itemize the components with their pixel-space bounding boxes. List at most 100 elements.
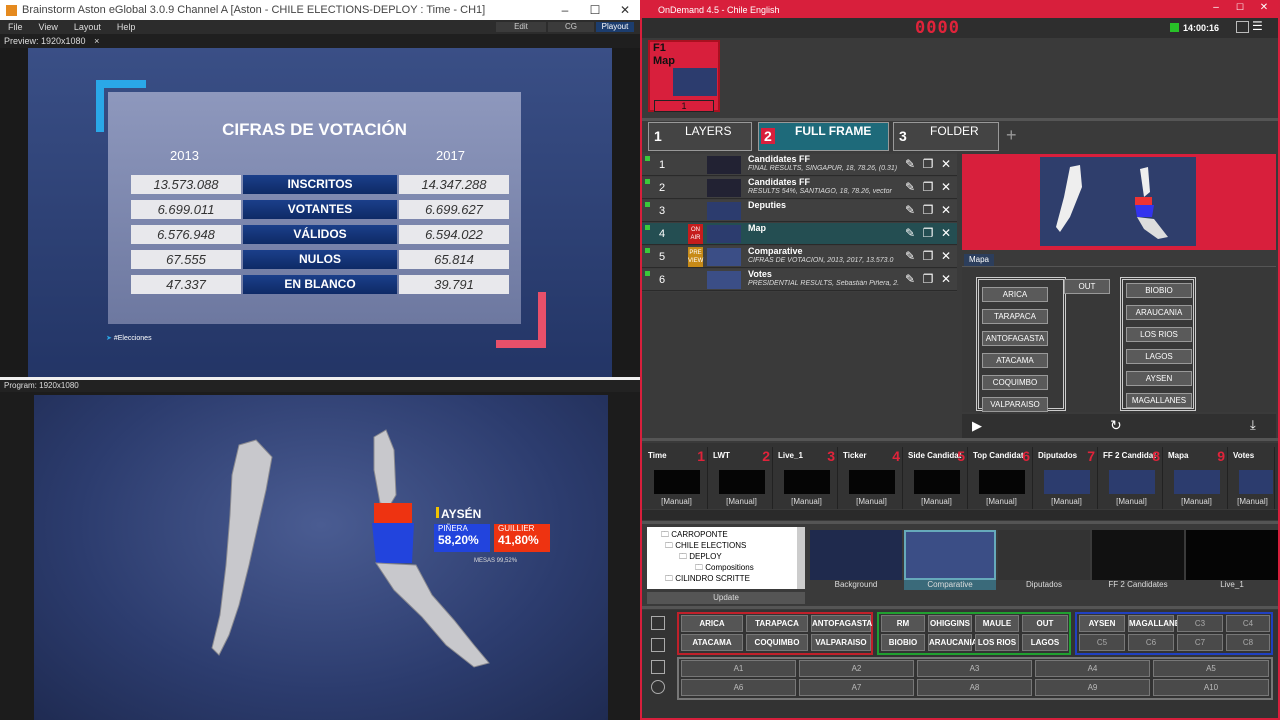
button-a9[interactable]: A9 — [1035, 679, 1150, 696]
copy-icon[interactable]: ❐ — [921, 249, 935, 263]
macro-tile[interactable]: Mapa 9 [Manual] — [1165, 447, 1228, 509]
mapa-button-atacama[interactable]: ATACAMA — [982, 353, 1048, 368]
button-a8[interactable]: A8 — [917, 679, 1032, 696]
button-biobio[interactable]: BIOBIO — [881, 634, 925, 651]
add-tab-button[interactable]: + — [1006, 125, 1017, 146]
edit-icon[interactable]: ✎ — [903, 226, 917, 240]
button-maule[interactable]: MAULE — [975, 615, 1019, 632]
close-icon[interactable]: ✕ — [1254, 2, 1274, 18]
menu-layout[interactable]: Layout — [66, 22, 109, 32]
menu-file[interactable]: File — [0, 22, 31, 32]
mapa-button-arica[interactable]: ARICA — [982, 287, 1048, 302]
tree-scrollbar[interactable] — [797, 527, 805, 589]
delete-icon[interactable]: ✕ — [939, 272, 953, 286]
document-icon[interactable] — [651, 616, 665, 630]
mapa-button-aysen[interactable]: AYSEN — [1126, 371, 1192, 386]
tab-full-frame[interactable]: 2 FULL FRAME — [758, 122, 889, 151]
button-a6[interactable]: A6 — [681, 679, 796, 696]
playlist-row[interactable]: 5 PRE VIEW Comparative CIFRAS DE VOTACIÓ… — [642, 246, 957, 268]
mapa-button-coquimbo[interactable]: COQUIMBO — [982, 375, 1048, 390]
gallery-item[interactable]: FF 2 Candidates — [1092, 530, 1184, 590]
mapa-button-magallanes[interactable]: MAGALLANES — [1126, 393, 1192, 408]
macro-tile[interactable]: Diputados 7 [Manual] — [1035, 447, 1098, 509]
preview-tab[interactable]: Preview: 1920x1080 × — [0, 34, 640, 48]
mapa-button-out[interactable]: OUT — [1064, 279, 1110, 294]
update-button[interactable]: Update — [647, 592, 805, 604]
maximize-icon[interactable]: ☐ — [1230, 2, 1250, 18]
minimize-icon[interactable]: – — [550, 0, 580, 20]
splitter[interactable] — [642, 606, 1278, 609]
button-out[interactable]: OUT — [1022, 615, 1068, 632]
copy-icon[interactable]: ❐ — [921, 203, 935, 217]
button-a7[interactable]: A7 — [799, 679, 914, 696]
download-icon[interactable]: ⤓ — [1250, 417, 1256, 433]
preview-tab-close-icon[interactable]: × — [94, 36, 99, 46]
edit-icon[interactable]: ✎ — [903, 272, 917, 286]
button-araucania[interactable]: ARAUCANIA — [928, 634, 977, 651]
mapa-button-valparaiso[interactable]: VALPARAISO — [982, 397, 1048, 412]
button-rm[interactable]: RM — [881, 615, 925, 632]
tab-layers[interactable]: 1 LAYERS — [648, 122, 752, 151]
button-arica[interactable]: ARICA — [681, 615, 743, 632]
macro-scrollbar[interactable] — [642, 510, 1278, 520]
delete-icon[interactable]: ✕ — [939, 180, 953, 194]
import-icon[interactable] — [651, 638, 665, 652]
macro-tile[interactable]: Ticker 4 [Manual] — [840, 447, 903, 509]
tab-mapa[interactable]: Mapa — [964, 254, 994, 266]
button-lagos[interactable]: LAGOS — [1022, 634, 1068, 651]
maximize-icon[interactable]: ☐ — [580, 0, 610, 20]
menu-view[interactable]: View — [31, 22, 66, 32]
playlist-row[interactable]: 1 Candidates FF FINAL RESULTS, SINGAPUR,… — [642, 154, 957, 176]
play-icon[interactable]: ▶ — [972, 418, 982, 434]
button-aysen[interactable]: AYSEN — [1079, 615, 1125, 632]
copy-icon[interactable]: ❐ — [921, 180, 935, 194]
program-tab[interactable]: Program: 1920x1080 — [0, 380, 640, 392]
button-antofagasta[interactable]: ANTOFAGASTA — [811, 615, 872, 632]
button-coquimbo[interactable]: COQUIMBO — [746, 634, 808, 651]
button-atacama[interactable]: ATACAMA — [681, 634, 743, 651]
mapa-button-araucania[interactable]: ARAUCANIA — [1126, 305, 1192, 320]
button-valparaiso[interactable]: VALPARAISO — [811, 634, 871, 651]
button-c3[interactable]: C3 — [1177, 615, 1223, 632]
playout-mode-button[interactable]: Playout — [596, 22, 634, 32]
copy-icon[interactable]: ❐ — [921, 272, 935, 286]
mapa-button-biobio[interactable]: BIOBIO — [1126, 283, 1192, 298]
button-a1[interactable]: A1 — [681, 660, 796, 677]
splitter[interactable] — [642, 521, 1278, 524]
button-a4[interactable]: A4 — [1035, 660, 1150, 677]
button-c8[interactable]: C8 — [1226, 634, 1270, 651]
minimize-icon[interactable]: – — [1206, 2, 1226, 18]
macro-tile[interactable]: Top Candidat 6 [Manual] — [970, 447, 1033, 509]
mapa-button-los-rios[interactable]: LOS RIOS — [1126, 327, 1192, 342]
delete-icon[interactable]: ✕ — [939, 157, 953, 171]
refresh-icon[interactable]: ↻ — [1110, 417, 1122, 434]
record-icon[interactable] — [651, 680, 665, 694]
button-a3[interactable]: A3 — [917, 660, 1032, 677]
list-icon[interactable]: ☰ — [1252, 20, 1265, 33]
mapa-button-antofagasta[interactable]: ANTOFAGASTA — [982, 331, 1048, 346]
edit-mode-button[interactable]: Edit — [496, 22, 546, 32]
close-icon[interactable]: ✕ — [610, 0, 640, 20]
playlist-row[interactable]: 3 Deputies ✎ ❐ ✕ — [642, 200, 957, 222]
hotkey-f1-card[interactable]: F1 Map 1 — [648, 40, 720, 112]
tree-node[interactable]: 🗀 CILINDRO SCRITTE — [665, 573, 750, 587]
edit-icon[interactable]: ✎ — [903, 249, 917, 263]
playlist-row[interactable]: 4 ON AIR Map ✎ ❐ ✕ — [642, 223, 957, 245]
button-a5[interactable]: A5 — [1153, 660, 1269, 677]
cg-mode-button[interactable]: CG — [548, 22, 594, 32]
button-los-rios[interactable]: LOS RIOS — [975, 634, 1019, 651]
playlist-row[interactable]: 2 Candidates FF RESULTS 54%, SANTIAGO, 1… — [642, 177, 957, 199]
gallery-item[interactable]: Background — [810, 530, 902, 590]
menu-help[interactable]: Help — [109, 22, 144, 32]
edit-icon[interactable]: ✎ — [903, 157, 917, 171]
button-ohiggins[interactable]: OHIGGINS — [928, 615, 972, 632]
macro-tile[interactable]: LWT 2 [Manual] — [710, 447, 773, 509]
tab-folder[interactable]: 3 FOLDER — [893, 122, 999, 151]
delete-icon[interactable]: ✕ — [939, 249, 953, 263]
button-a10[interactable]: A10 — [1153, 679, 1269, 696]
frame-icon[interactable] — [651, 660, 665, 674]
copy-icon[interactable]: ❐ — [921, 157, 935, 171]
macro-tile[interactable]: FF 2 Candidat 8 [Manual] — [1100, 447, 1163, 509]
button-c6[interactable]: C6 — [1128, 634, 1174, 651]
playlist-row[interactable]: 6 Votes PRESIDENTIAL RESULTS, Sebastián … — [642, 269, 957, 291]
